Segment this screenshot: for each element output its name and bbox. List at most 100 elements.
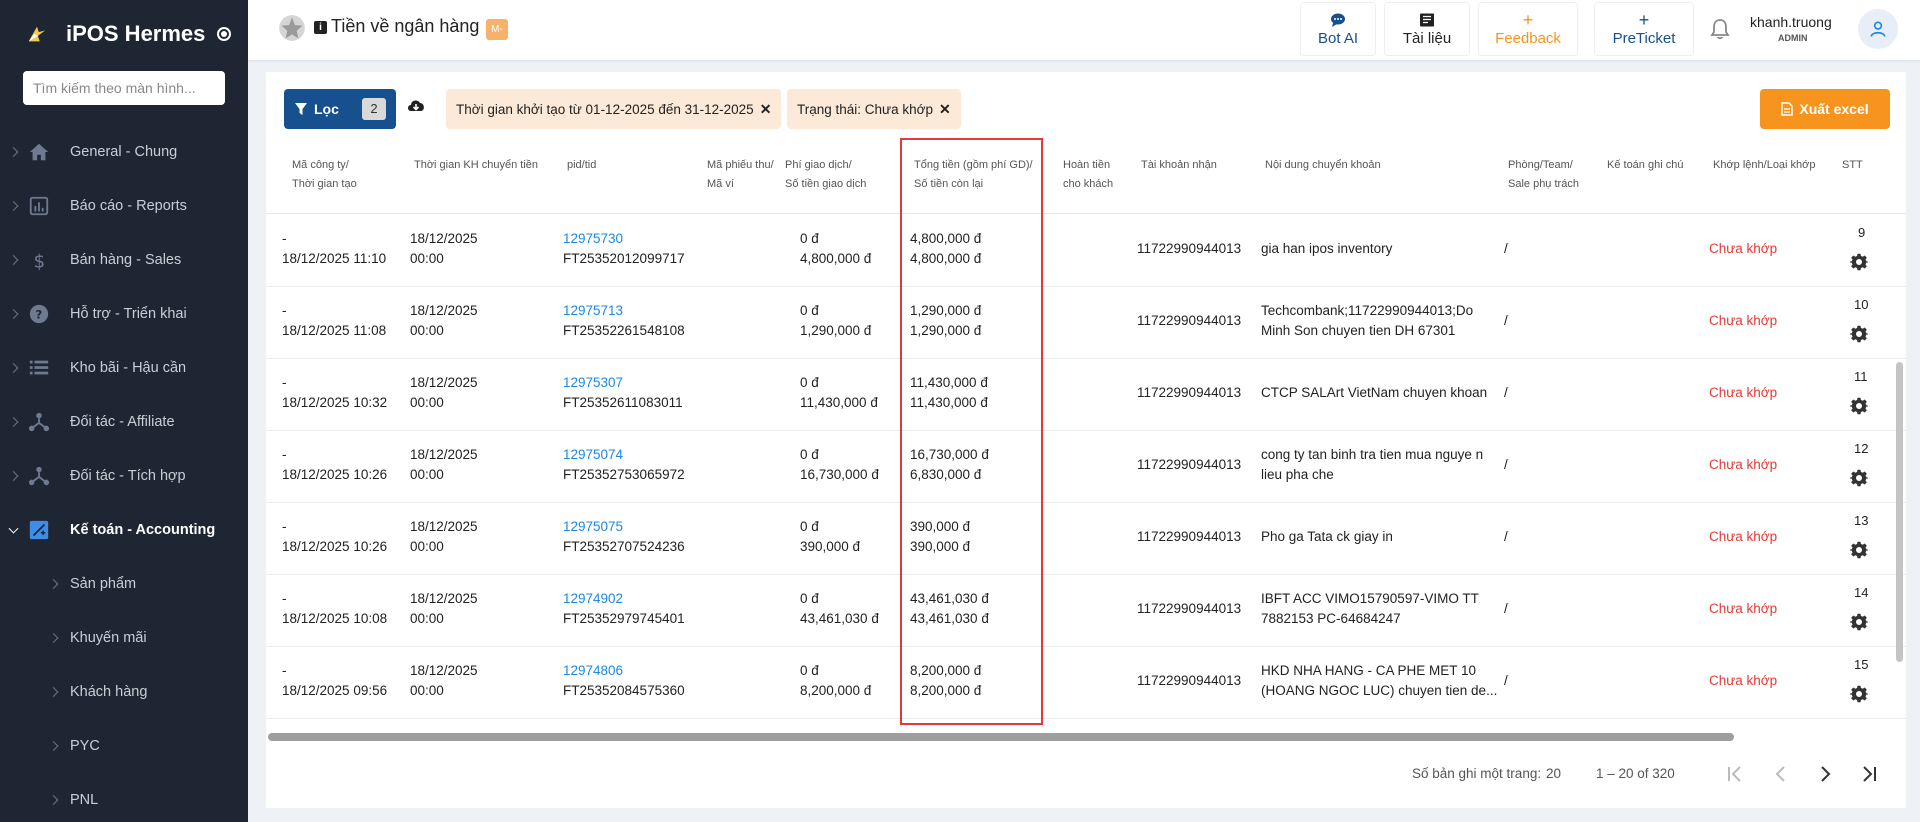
sidebar-item-general[interactable]: General - Chung: [0, 125, 248, 179]
filter-chip-status[interactable]: Trạng thái: Chưa khớp ✕: [787, 89, 961, 129]
column-header[interactable]: Nội dung chuyển khoản: [1265, 156, 1381, 175]
gear-icon[interactable]: [1850, 541, 1868, 559]
column-header[interactable]: Phí giao dịch/Số tiền giao dịch: [785, 156, 866, 194]
sidebar-item-accounting[interactable]: Kế toán - Accounting: [0, 503, 248, 557]
feedback-button[interactable]: + Feedback: [1478, 2, 1578, 56]
vertical-scrollbar[interactable]: [1896, 362, 1903, 662]
brand[interactable]: iPOS Hermes: [0, 0, 248, 68]
table-row[interactable]: -18/12/2025 10:08 18/12/2025 00:00 129749…: [266, 575, 1906, 647]
horizontal-scrollbar-thumb[interactable]: [268, 733, 1734, 741]
chevron-right-icon: [8, 147, 19, 157]
dollar-icon: $: [34, 251, 46, 271]
chevron-right-icon: [8, 309, 19, 319]
column-header[interactable]: Mã phiếu thu/Mã ví: [707, 156, 774, 194]
column-header[interactable]: Thời gian KH chuyển tiền: [414, 156, 538, 175]
chevron-right-icon: [8, 417, 19, 427]
transfer-time-cell: 18/12/2025 00:00: [410, 303, 478, 338]
transfer-time-cell: 18/12/2025 00:00: [410, 663, 478, 698]
column-header[interactable]: Kế toán ghi chú: [1607, 156, 1683, 175]
radio-dot-icon[interactable]: [217, 27, 232, 41]
gear-icon[interactable]: [1850, 325, 1868, 343]
match-status-cell: Chưa khớp: [1709, 601, 1778, 616]
stt-cell: 10: [1854, 297, 1869, 312]
gear-icon[interactable]: [1850, 685, 1868, 703]
gear-icon[interactable]: [1850, 253, 1868, 271]
match-status-cell: Chưa khớp: [1709, 457, 1778, 472]
column-header[interactable]: Tài khoản nhận: [1141, 156, 1217, 175]
sidebar-item-integration[interactable]: Đối tác - Tích hợp: [0, 449, 248, 503]
next-page-icon[interactable]: [1814, 763, 1836, 785]
chevron-right-icon: [48, 579, 59, 589]
sidebar-subitem-pnl[interactable]: PNL: [0, 773, 248, 822]
plus-icon: +: [1522, 9, 1534, 30]
bot-ai-button[interactable]: Bot AI: [1300, 2, 1376, 56]
column-header[interactable]: STT: [1842, 156, 1863, 175]
close-icon[interactable]: ✕: [939, 101, 951, 118]
rows-per-page-select[interactable]: 20: [1546, 766, 1561, 781]
filter-button[interactable]: Lọc 2: [284, 89, 396, 129]
sidebar-item-warehouse[interactable]: Kho bãi - Hậu cần: [0, 341, 248, 395]
table-row[interactable]: -18/12/2025 11:08 18/12/2025 00:00 129757…: [266, 287, 1906, 359]
close-icon[interactable]: ✕: [760, 101, 772, 118]
user-name[interactable]: khanh.truong: [1750, 14, 1832, 30]
filter-chip-date[interactable]: Thời gian khởi tạo từ 01-12-2025 đến 31-…: [446, 89, 782, 129]
sidebar-subitem-promotions[interactable]: Khuyến mãi: [0, 611, 248, 665]
account-cell: 11722990944013: [1137, 241, 1242, 256]
table-row[interactable]: -18/12/2025 10:32 18/12/2025 00:00 129753…: [266, 359, 1906, 431]
pid-link[interactable]: 12975307: [563, 373, 683, 393]
column-header[interactable]: Mã công ty/Thời gian tạo: [292, 156, 357, 194]
preticket-button[interactable]: + PreTicket: [1594, 2, 1694, 56]
content-cell: cong ty tan binh tra tien mua nguye n lie…: [1261, 447, 1484, 482]
avatar[interactable]: [1858, 9, 1898, 49]
pid-tid-cell: 12975074 FT25352753065972: [563, 445, 685, 482]
sidebar-subitem-pyc[interactable]: PYC: [0, 719, 248, 773]
gear-icon[interactable]: [1850, 469, 1868, 487]
table-row[interactable]: -18/12/2025 11:10 18/12/2025 00:00 129757…: [266, 215, 1906, 287]
table-row[interactable]: -18/12/2025 09:56 18/12/2025 00:00 129748…: [266, 647, 1906, 719]
pid-link[interactable]: 12974806: [563, 661, 685, 681]
previous-page-icon[interactable]: [1770, 763, 1792, 785]
column-header[interactable]: Phòng/Team/Sale phụ trách: [1508, 156, 1579, 194]
highlight-box: [900, 138, 1043, 725]
bar-chart-icon: [29, 196, 49, 216]
star-icon[interactable]: [278, 14, 306, 42]
sidebar-subitem-customers[interactable]: Khách hàng: [0, 665, 248, 719]
chevron-right-icon: [8, 471, 19, 481]
sidebar-subitem-products[interactable]: Sản phẩm: [0, 557, 248, 611]
docs-button[interactable]: Tài liệu: [1384, 2, 1470, 56]
transfer-time-cell: 18/12/2025 00:00: [410, 591, 478, 626]
first-page-icon[interactable]: [1724, 763, 1746, 785]
sidebar-item-label: Kho bãi - Hậu cần: [70, 360, 187, 376]
sidebar-subitem-label: Khuyến mãi: [70, 630, 147, 646]
pid-link[interactable]: 12975075: [563, 517, 685, 537]
plus-icon: +: [1638, 9, 1650, 30]
cloud-download-icon[interactable]: [406, 97, 426, 115]
sidebar-item-support[interactable]: ? Hỗ trợ - Triển khai: [0, 287, 248, 341]
company-created-cell: -18/12/2025 10:08: [282, 591, 388, 626]
pid-link[interactable]: 12975074: [563, 445, 685, 465]
table-row[interactable]: -18/12/2025 10:26 18/12/2025 00:00 129750…: [266, 431, 1906, 503]
sidebar-item-affiliate[interactable]: Đối tác - Affiliate: [0, 395, 248, 449]
sidebar-item-sales[interactable]: $ Bán hàng - Sales: [0, 233, 248, 287]
sidebar-item-reports[interactable]: Báo cáo - Reports: [0, 179, 248, 233]
column-header[interactable]: Hoàn tiền cho khách: [1063, 156, 1113, 194]
pid-tid-cell: 12975307 FT25352611083011: [563, 373, 683, 410]
pid-link[interactable]: 12975713: [563, 301, 685, 321]
company-created-cell: -18/12/2025 10:26: [282, 447, 388, 482]
gear-icon[interactable]: [1850, 397, 1868, 415]
column-header[interactable]: pid/tid: [567, 156, 596, 175]
page-badge: M-: [486, 19, 508, 40]
company-created-cell: -18/12/2025 09:56: [282, 663, 388, 698]
match-status-cell: Chưa khớp: [1709, 241, 1778, 256]
pid-tid-cell: 12975075 FT25352707524236: [563, 517, 685, 554]
bell-icon[interactable]: [1708, 17, 1732, 41]
pid-link[interactable]: 12975730: [563, 229, 685, 249]
export-excel-button[interactable]: Xuất excel: [1760, 89, 1890, 129]
column-header[interactable]: Khớp lệnh/Loại khớp: [1713, 156, 1816, 175]
gear-icon[interactable]: [1850, 613, 1868, 631]
table-row[interactable]: -18/12/2025 10:26 18/12/2025 00:00 129750…: [266, 503, 1906, 575]
user-role: ADMIN: [1778, 33, 1808, 43]
last-page-icon[interactable]: [1858, 763, 1880, 785]
pid-link[interactable]: 12974902: [563, 589, 685, 609]
screen-search-input[interactable]: [23, 71, 225, 105]
